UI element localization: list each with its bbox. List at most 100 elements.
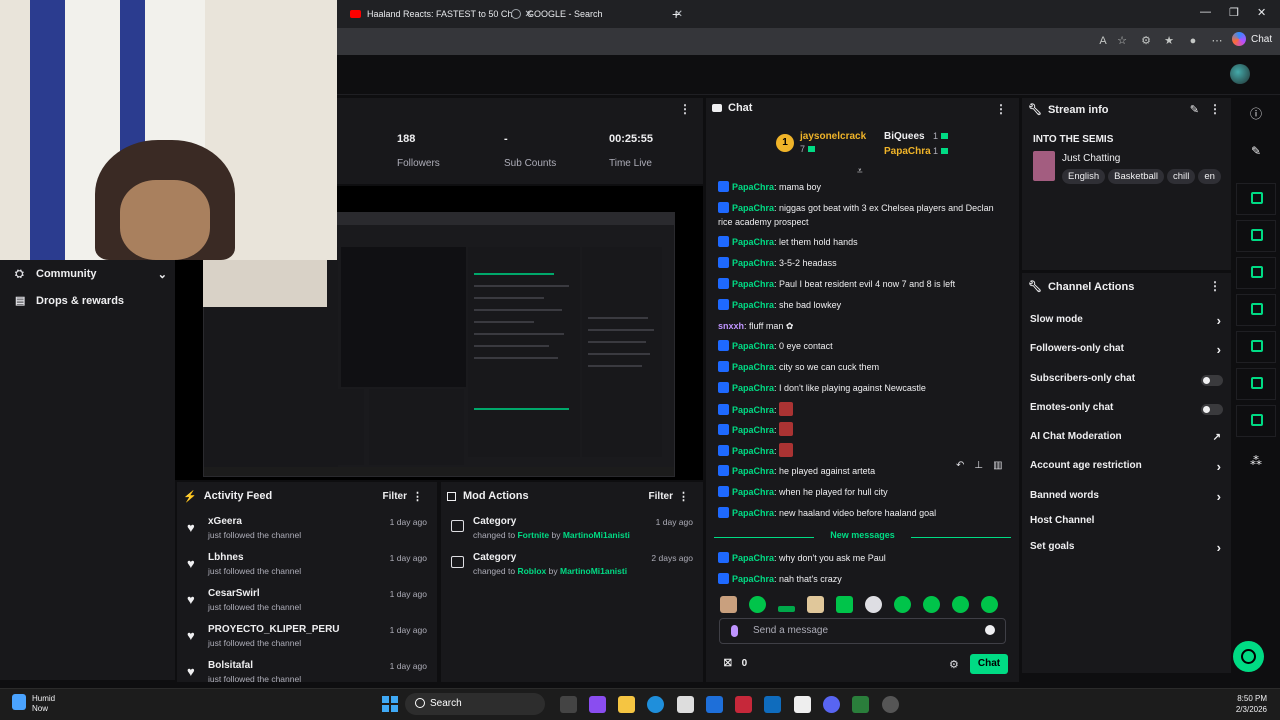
more-options-icon[interactable]: ⋮ (412, 490, 423, 503)
rail-button-layout[interactable] (1236, 368, 1276, 400)
xbox-icon[interactable] (852, 696, 869, 713)
minimize-icon[interactable]: — (1200, 6, 1211, 18)
tag[interactable]: chill (1167, 169, 1196, 184)
emote-icon[interactable] (923, 596, 940, 613)
filter-button[interactable]: Filter (383, 491, 407, 502)
weather-widget[interactable]: Humid Now (12, 694, 55, 714)
edit-pencil-icon[interactable]: ✎ (1190, 103, 1199, 116)
chat-username[interactable]: PapaChra (732, 341, 774, 351)
more-options-icon[interactable]: ⋮ (679, 102, 691, 116)
favorites-icon[interactable]: ★ (1161, 33, 1177, 49)
store-icon[interactable] (677, 696, 694, 713)
chat-message[interactable]: PapaChra: I don't like playing against N… (718, 381, 1008, 395)
emoji-picker-icon[interactable] (985, 625, 995, 635)
tab-google[interactable]: GOOGLE - Search ✕ (511, 4, 683, 24)
chat-message[interactable]: PapaChra: why don't you ask me Paul (718, 551, 1008, 565)
filter-button[interactable]: Filter (649, 491, 673, 502)
emote-icon[interactable] (981, 596, 998, 613)
discord-icon[interactable] (823, 696, 840, 713)
rail-button-camera[interactable] (1236, 183, 1276, 215)
chat-username[interactable]: PapaChra (732, 553, 774, 563)
chat-username[interactable]: PapaChra (732, 383, 774, 393)
chrome-icon[interactable] (882, 696, 899, 713)
chat-settings-icon[interactable]: ⚙ (949, 658, 959, 671)
restore-icon[interactable]: ❐ (1229, 6, 1239, 19)
channel-action-emotes-only-chat[interactable]: Emotes-only chat (1030, 402, 1225, 420)
extensions-icon[interactable]: ⚙ (1138, 33, 1154, 49)
list-item[interactable]: ♥ CesarSwirl just followed the channel 1 da… (177, 588, 437, 622)
chat-username[interactable]: PapaChra (732, 258, 774, 268)
list-item[interactable]: ♥ PROYECTO_KLIPER_PERU just followed the c… (177, 624, 437, 658)
toggle-switch[interactable] (1201, 404, 1223, 415)
more-options-icon[interactable]: ⋮ (1209, 279, 1221, 293)
chat-message[interactable]: PapaChra: new haaland video before haala… (718, 506, 1008, 520)
new-tab-button[interactable]: + (672, 4, 680, 24)
chat-message[interactable]: PapaChra: 0 eye contact (718, 339, 1008, 353)
sidebar-item-community[interactable]: ⛭ Community ⌄ (15, 268, 167, 281)
close-window-icon[interactable]: ✕ (1257, 6, 1266, 19)
chat-input[interactable]: Send a message (719, 618, 1006, 644)
chat-username[interactable]: PapaChra (732, 405, 774, 415)
tag[interactable]: Basketball (1108, 169, 1165, 184)
toggle-switch[interactable] (1201, 375, 1223, 386)
new-messages-divider[interactable]: New messages (714, 530, 1011, 544)
mcafee-icon[interactable] (735, 696, 752, 713)
chat-username[interactable]: PapaChra (732, 279, 774, 289)
chat-username[interactable]: PapaChra (732, 425, 774, 435)
chat-message[interactable]: PapaChra: Paul I beat resident evil 4 no… (718, 277, 1008, 291)
avatar[interactable] (1230, 64, 1250, 84)
game-link[interactable]: Fortnite (517, 530, 549, 540)
channel-action-subscribers-only-chat[interactable]: Subscribers-only chat (1030, 373, 1225, 391)
edit-pencil-icon[interactable]: ✎ (1248, 143, 1264, 159)
chat-username[interactable]: PapaChra (732, 487, 774, 497)
chat-username[interactable]: PapaChra (732, 574, 774, 584)
system-clock[interactable]: 8:50 PM 2/3/2026 (1227, 693, 1267, 715)
task-view-icon[interactable] (560, 696, 577, 713)
rail-button-tools[interactable] (1236, 405, 1276, 437)
favorite-star-icon[interactable]: ☆ (1114, 33, 1130, 49)
chat-username[interactable]: PapaChra (732, 182, 774, 192)
chat-message[interactable]: PapaChra: (718, 422, 1008, 437)
read-aloud-icon[interactable]: A (1095, 33, 1111, 49)
chat-message[interactable]: PapaChra: when he played for hull city (718, 485, 1008, 499)
info-icon[interactable]: ⓘ (1248, 106, 1264, 122)
chat-username[interactable]: PapaChra (732, 203, 774, 213)
more-options-icon[interactable]: ⋮ (678, 490, 689, 503)
help-button[interactable] (1233, 641, 1264, 672)
user-link[interactable]: MartinoMi1anisti (563, 530, 630, 540)
delete-icon[interactable]: ▥ (993, 460, 1002, 471)
profile-icon[interactable]: ● (1185, 33, 1201, 49)
channel-action-ai-chat-moderation[interactable]: AI Chat Moderation ↗ (1030, 431, 1225, 449)
chat-message[interactable]: PapaChra: 3-5-2 headass (718, 256, 1008, 270)
chat-message[interactable]: PapaChra: niggas got beat with 3 ex Chel… (718, 201, 1008, 229)
mail-icon[interactable] (794, 696, 811, 713)
collapse-leaderboard-icon[interactable]: ⩡ (857, 166, 863, 177)
chat-username[interactable]: PapaChra (732, 466, 774, 476)
chat-message[interactable]: PapaChra: (718, 402, 1008, 417)
chat-leaderboard[interactable]: 1 jaysonelcrack 7 BiQuees 1 PapaChra 1 (776, 128, 976, 164)
rail-button-notes[interactable] (1236, 257, 1276, 289)
emote-icon[interactable] (952, 596, 969, 613)
chat-username[interactable]: snxxh (718, 321, 744, 331)
chat-message[interactable]: PapaChra: mama boy (718, 180, 1008, 194)
list-item[interactable]: Category changed to Roblox by MartinoMi1a… (441, 552, 703, 586)
reply-icon[interactable]: ↶ (956, 460, 964, 471)
list-item[interactable]: ♥ Lbhnes just followed the channel 1 day ag… (177, 552, 437, 586)
chat-message[interactable]: PapaChra: city so we can cuck them (718, 360, 1008, 374)
chat-message[interactable]: snxxh: fluff man ✿ (718, 319, 1008, 333)
emote-icon[interactable] (720, 596, 737, 613)
taskbar-search[interactable]: Search (405, 693, 545, 715)
emote-icon[interactable] (807, 596, 824, 613)
tag[interactable]: en (1198, 169, 1221, 184)
user-link[interactable]: MartinoMi1anisti (560, 566, 627, 576)
copilot-chat-button[interactable]: Chat (1232, 32, 1272, 46)
chat-message[interactable]: PapaChra: nah that's crazy (718, 572, 1008, 586)
rail-button-lightning[interactable] (1236, 220, 1276, 252)
emote-icon[interactable] (749, 596, 766, 613)
list-item[interactable]: ♥ xGeera just followed the channel 1 day ag… (177, 516, 437, 550)
channel-action-followers-only-chat[interactable]: Followers-only chat › (1030, 343, 1225, 361)
channel-action-slow-mode[interactable]: Slow mode › (1030, 314, 1225, 332)
chat-username[interactable]: PapaChra (732, 300, 774, 310)
chat-message[interactable]: PapaChra: (718, 443, 1008, 458)
game-link[interactable]: Roblox (517, 566, 546, 576)
